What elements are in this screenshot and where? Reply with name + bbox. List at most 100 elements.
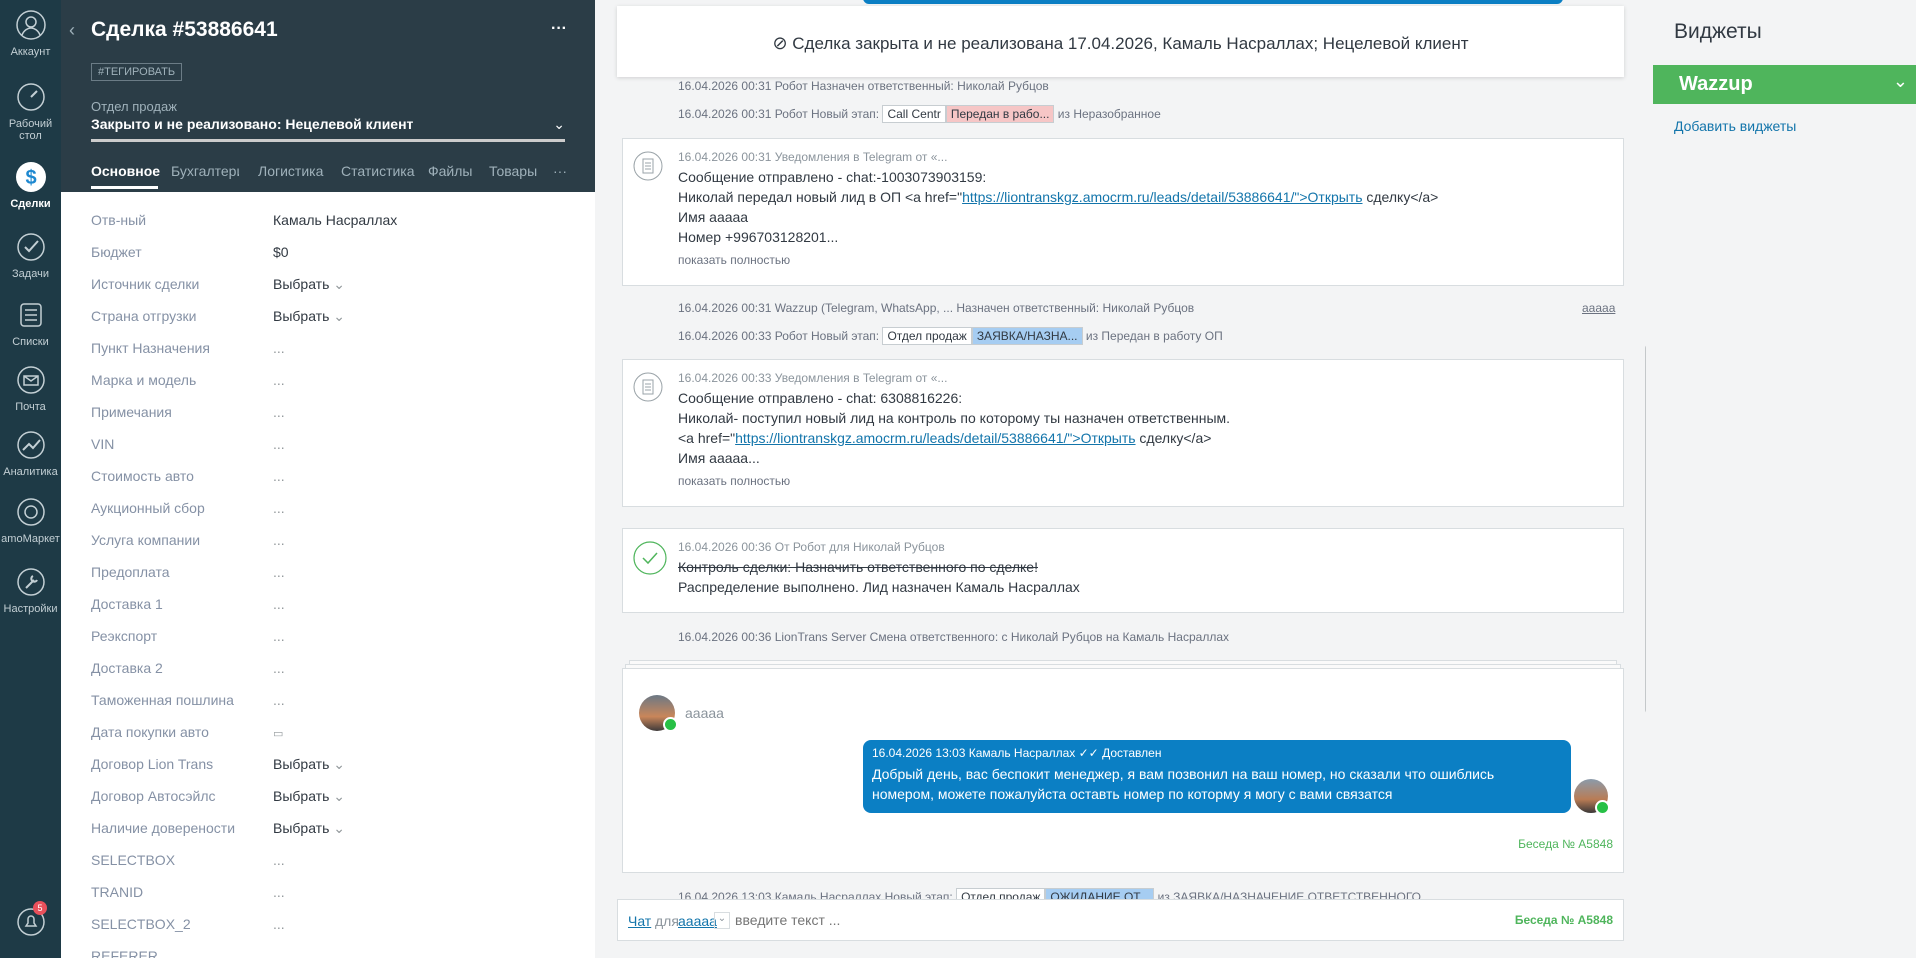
field-value[interactable]: ...	[273, 340, 573, 356]
wazzup-widget[interactable]: Wazzup ⌄	[1653, 65, 1916, 104]
field-value[interactable]: ...	[273, 500, 573, 516]
field-value[interactable]: ...	[273, 468, 573, 484]
field-label: Страна отгрузки	[91, 308, 197, 324]
recipient-dropdown[interactable]: ⌄	[714, 912, 730, 929]
deal-title[interactable]: Сделка #53886641	[91, 18, 278, 42]
field-value[interactable]: ...	[273, 596, 573, 612]
closed-circle-icon: ⊘	[772, 33, 788, 53]
nav-lists[interactable]: Списки	[0, 298, 61, 348]
event-text: 16.04.2026 00:31 Робот Новый этап:	[678, 107, 880, 121]
field-label: VIN	[91, 436, 115, 452]
field-value[interactable]: ...	[273, 660, 573, 676]
field-value-text: ...	[273, 500, 285, 516]
field-value[interactable]: ▭	[273, 724, 573, 740]
nav-notifications[interactable]: 5	[0, 901, 61, 945]
event-stage-change: 16.04.2026 00:33 Робот Новый этап: Отдел…	[678, 327, 1223, 345]
field-label: Наличие доверености	[91, 820, 236, 836]
field-value[interactable]: Камаль Насраллах	[273, 212, 573, 228]
field-value[interactable]: ...	[273, 532, 573, 548]
recipient-link[interactable]: ааааа	[678, 913, 717, 929]
wazzup-title: Wazzup	[1679, 73, 1753, 95]
field-value[interactable]: $0	[273, 244, 573, 260]
event-assigned-wazzup: 16.04.2026 00:31 Wazzup (Telegram, Whats…	[678, 301, 1195, 315]
field-value-text: Выбрать	[273, 820, 330, 836]
chat-composer: Чат для ааааа ⌄ Беседа № А5848	[617, 899, 1624, 941]
nav-analytics-label: Аналитика	[3, 466, 58, 478]
field-label: Договор Автосэйлс	[91, 788, 216, 804]
nav-dashboard[interactable]: Рабочий стол	[0, 80, 61, 142]
field-label: Отв-ный	[91, 212, 147, 228]
nav-tasks[interactable]: Задачи	[0, 230, 61, 280]
task-card: 16.04.2026 00:36 От Робот для Николай Ру…	[622, 528, 1624, 613]
tab-files[interactable]: Файлы	[428, 163, 472, 179]
field-value-text: ...	[273, 884, 285, 900]
tab-statistics[interactable]: Статистика	[341, 163, 415, 179]
conversation-number[interactable]: Беседа № А5848	[1518, 837, 1613, 851]
tab-more[interactable]: ···	[553, 163, 567, 179]
note-text: сделку</a>	[1362, 189, 1439, 205]
nav-mail[interactable]: Почта	[0, 363, 61, 413]
field-value[interactable]: ...	[273, 916, 573, 932]
chevron-down-icon: ⌄	[329, 308, 346, 324]
field-value-text: ...	[273, 660, 285, 676]
note-line: Сообщение отправлено - chat: 6308816226:	[678, 390, 963, 406]
field-value[interactable]: ...	[273, 692, 573, 708]
show-more-link[interactable]: показать полностью	[678, 474, 790, 488]
tab-products[interactable]: Товары	[489, 163, 537, 179]
contact-link[interactable]: ааааа	[1582, 301, 1615, 315]
add-widgets-link[interactable]: Добавить виджеты	[1674, 118, 1796, 134]
nav-settings[interactable]: Настройки	[0, 565, 61, 615]
field-value-text: ...	[273, 596, 285, 612]
whatsapp-icon	[663, 717, 678, 732]
field-value[interactable]: Выбрать ⌄	[273, 788, 573, 805]
field-value[interactable]: ...	[273, 884, 573, 900]
field-value[interactable]: Выбрать ⌄	[273, 276, 573, 293]
nav-analytics[interactable]: Аналитика	[0, 428, 61, 478]
tab-logistics[interactable]: Логистика	[258, 163, 323, 179]
chat-type-link[interactable]: Чат	[628, 913, 651, 929]
field-value[interactable]: ...	[273, 372, 573, 388]
field-value[interactable]: ...	[273, 436, 573, 452]
nav-lists-label: Списки	[12, 336, 49, 348]
tab-main[interactable]: Основное	[91, 163, 160, 179]
field-value-text: Выбрать	[273, 788, 330, 804]
field-value[interactable]: ...	[273, 404, 573, 420]
pipeline-label: Отдел продаж	[91, 99, 177, 114]
field-value[interactable]: Выбрать ⌄	[273, 308, 573, 325]
nav-market[interactable]: amoМаркет	[0, 495, 61, 545]
nav-market-label: amoМаркет	[1, 533, 60, 545]
field-label: TRANID	[91, 884, 144, 900]
field-label: SELECTBOX_2	[91, 916, 191, 932]
field-value[interactable]: Выбрать ⌄	[273, 820, 573, 837]
pipeline-tag: Call Centr	[882, 105, 946, 123]
deal-link[interactable]: https://liontranskgz.amocrm.ru/leads/det…	[962, 189, 1362, 205]
field-value-text: Выбрать	[273, 276, 330, 292]
field-value-text: ...	[273, 532, 285, 548]
nav-deals[interactable]: $ Сделки	[0, 160, 61, 210]
note-line: Николай передал новый лид в ОП <a href="…	[678, 189, 1438, 205]
show-more-link[interactable]: показать полностью	[678, 253, 790, 267]
whatsapp-icon	[1595, 800, 1610, 815]
field-value[interactable]: ...	[273, 564, 573, 580]
note-meta: 16.04.2026 00:31 Уведомления в Telegram …	[678, 150, 948, 164]
message-input[interactable]	[735, 910, 1435, 930]
nav-account[interactable]: Аккаунт	[0, 8, 61, 58]
field-value[interactable]: ...	[273, 628, 573, 644]
field-value[interactable]: ...	[273, 852, 573, 868]
event-text: 16.04.2026 00:33 Робот Новый этап:	[678, 329, 880, 343]
deal-link[interactable]: https://liontranskgz.amocrm.ru/leads/det…	[735, 430, 1135, 446]
nav-account-label: Аккаунт	[10, 46, 51, 58]
tag-button[interactable]: #ТЕГИРОВАТЬ	[91, 63, 183, 81]
calendar-icon[interactable]: ▭	[273, 728, 283, 740]
telegram-notification-card: 16.04.2026 00:33 Уведомления в Telegram …	[622, 359, 1624, 507]
field-value[interactable]: Выбрать ⌄	[273, 756, 573, 773]
event-text: из Неразобранное	[1057, 107, 1161, 121]
status-select[interactable]: Закрыто и не реализовано: Нецелевой клие…	[91, 116, 565, 142]
tab-accounting[interactable]: Бухгалтерия	[171, 163, 239, 179]
conversation-number[interactable]: Беседа № А5848	[1515, 913, 1613, 927]
field-label: Предоплата	[91, 564, 170, 580]
field-label: Аукционный сбор	[91, 500, 205, 516]
back-arrow-icon[interactable]: ‹	[69, 20, 75, 41]
field-label: Доставка 1	[91, 596, 163, 612]
deal-more-menu[interactable]: ···	[551, 20, 567, 38]
